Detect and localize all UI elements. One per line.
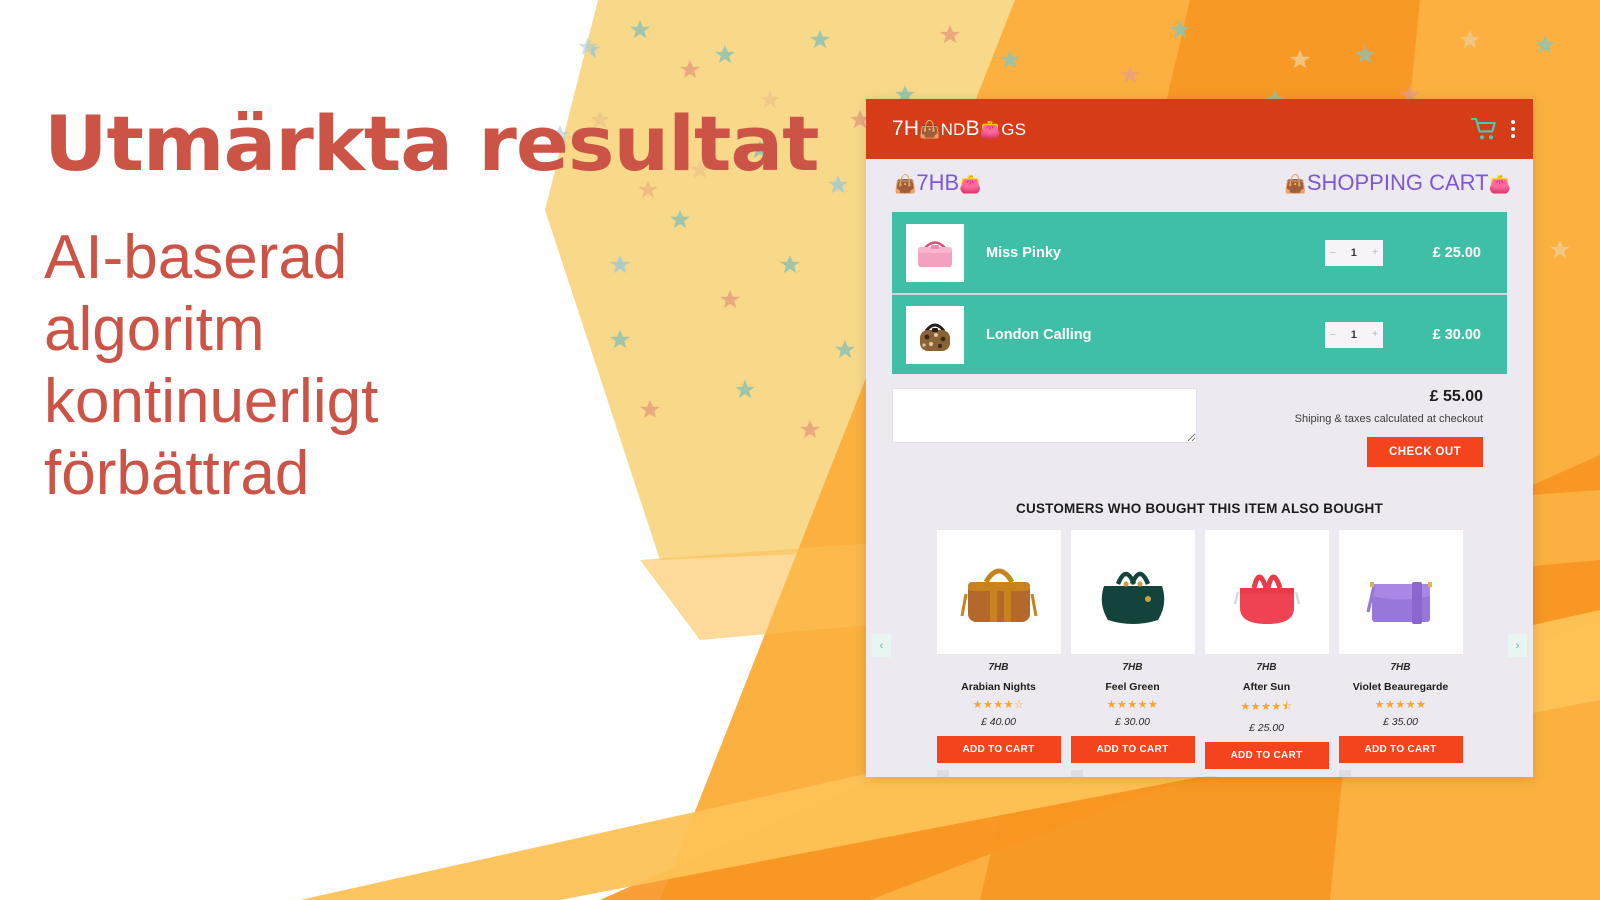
quantity-stepper[interactable]: – 1 + bbox=[1325, 239, 1383, 266]
add-to-cart-button[interactable]: ADD TO CART bbox=[1338, 736, 1463, 763]
quantity-increase[interactable]: + bbox=[1372, 329, 1378, 340]
quantity-value: 1 bbox=[1350, 246, 1357, 259]
cart-row: London Calling – 1 + £ 30.00 bbox=[892, 293, 1507, 374]
bag-icon: 👜 bbox=[1284, 173, 1307, 194]
product-price: £ 30.00 bbox=[1114, 716, 1151, 728]
app-bar: 7H 👜 ND B 👛 GS bbox=[866, 99, 1533, 159]
red-tote-bag-icon bbox=[1233, 574, 1300, 624]
product-image[interactable] bbox=[936, 530, 1061, 654]
compare-checkbox[interactable] bbox=[936, 770, 949, 777]
cart-item-name: Miss Pinky bbox=[986, 244, 1061, 261]
product-brand: 7HB bbox=[988, 662, 1009, 673]
brand-mid: ND bbox=[940, 120, 966, 139]
cart-row: Miss Pinky – 1 + £ 25.00 bbox=[892, 212, 1507, 293]
product-name: Feel Green bbox=[1105, 681, 1160, 693]
shipping-note: Shiping & taxes calculated at checkout bbox=[1294, 413, 1483, 425]
promo-block: Utmärkta resultat AI-baserad algoritm ko… bbox=[44, 105, 834, 510]
rating-stars: ★★★★⯪ bbox=[1240, 701, 1293, 713]
product-thumbnail[interactable] bbox=[906, 223, 964, 282]
product-card: 7HB Arabian Nights ★★★★☆ £ 40.00 ADD TO … bbox=[936, 530, 1061, 777]
rating-stars: ★★★★★ bbox=[1106, 699, 1159, 711]
cart-list: Miss Pinky – 1 + £ 25.00 London Calling bbox=[892, 212, 1507, 374]
product-name: Arabian Nights bbox=[961, 681, 1036, 693]
breadcrumb-page: 👜SHOPPING CART👛 bbox=[1284, 170, 1511, 196]
promo-headline: Utmärkta resultat bbox=[44, 99, 820, 188]
cart-item-name: London Calling bbox=[986, 326, 1092, 343]
breadcrumb-home[interactable]: 👜7HB👛 bbox=[894, 170, 982, 196]
quantity-decrease[interactable]: – bbox=[1330, 329, 1336, 340]
check-out-button[interactable]: CHECK OUT bbox=[1367, 437, 1483, 467]
recommendations-carousel: ‹ › 7HB Arabian Nights ★★★★☆ £ 40.00 ADD… bbox=[866, 530, 1533, 777]
purple-satchel-bag-icon bbox=[1365, 582, 1432, 624]
cart-totals: £ 55.00 Shiping & taxes calculated at ch… bbox=[892, 388, 1507, 467]
bag-icon: 👜 bbox=[919, 120, 941, 139]
overflow-menu-icon[interactable] bbox=[1511, 120, 1515, 138]
add-to-cart-button[interactable]: ADD TO CART bbox=[936, 736, 1061, 763]
product-image[interactable] bbox=[1204, 530, 1329, 654]
add-to-cart-button[interactable]: ADD TO CART bbox=[1070, 736, 1195, 763]
product-price: £ 40.00 bbox=[980, 716, 1017, 728]
brand-prefix: 7H bbox=[892, 117, 920, 140]
product-card: 7HB Feel Green ★★★★★ £ 30.00 ADD TO CART bbox=[1070, 530, 1195, 777]
compare-checkbox[interactable] bbox=[1204, 776, 1217, 777]
store-app-window: 7H 👜 ND B 👛 GS 👜7HB👛 👜SHOPPING CART👛 Mis… bbox=[866, 99, 1533, 777]
leopard-handbag-icon bbox=[920, 323, 950, 351]
product-thumbnail[interactable] bbox=[906, 305, 964, 364]
product-brand: 7HB bbox=[1390, 662, 1411, 673]
cart-item-price: £ 30.00 bbox=[1432, 326, 1481, 343]
product-card: 7HB Violet Beauregarde ★★★★★ £ 35.00 ADD… bbox=[1338, 530, 1463, 777]
brand-suffix: GS bbox=[1001, 120, 1027, 139]
quantity-decrease[interactable]: – bbox=[1330, 247, 1336, 258]
quantity-stepper[interactable]: – 1 + bbox=[1325, 321, 1383, 348]
rating-stars: ★★★★★ bbox=[1374, 699, 1427, 711]
breadcrumb: 👜7HB👛 👜SHOPPING CART👛 bbox=[866, 159, 1533, 206]
rating-stars: ★★★★☆ bbox=[972, 699, 1025, 711]
brand-b: B bbox=[965, 117, 980, 140]
product-image[interactable] bbox=[1070, 530, 1195, 654]
tan-bowler-bag-icon bbox=[960, 568, 1037, 622]
breadcrumb-page-label: SHOPPING CART bbox=[1306, 169, 1489, 195]
handbag-icon: 👛 bbox=[979, 120, 1002, 139]
green-tote-bag-icon bbox=[1101, 571, 1164, 624]
compare-checkbox[interactable] bbox=[1338, 770, 1351, 777]
order-note-input[interactable] bbox=[892, 388, 1197, 443]
promo-subline: AI-baserad algoritm kontinuerligt förbät… bbox=[44, 223, 379, 508]
product-name: Violet Beauregarde bbox=[1352, 681, 1449, 693]
recommendations-title: CUSTOMERS WHO BOUGHT THIS ITEM ALSO BOUG… bbox=[1016, 501, 1383, 516]
product-card: 7HB After Sun ★★★★⯪ £ 25.00 ADD TO CART bbox=[1204, 530, 1329, 777]
bag-icon: 👜 bbox=[894, 173, 917, 194]
carousel-prev-arrow-icon[interactable]: ‹ bbox=[872, 634, 891, 657]
shopping-cart-icon[interactable] bbox=[1471, 117, 1499, 141]
product-price: £ 35.00 bbox=[1382, 716, 1419, 728]
product-brand: 7HB bbox=[1256, 662, 1277, 673]
cart-item-price: £ 25.00 bbox=[1432, 244, 1481, 261]
add-to-cart-button[interactable]: ADD TO CART bbox=[1204, 742, 1329, 769]
product-image[interactable] bbox=[1338, 530, 1463, 654]
product-price: £ 25.00 bbox=[1248, 722, 1285, 734]
quantity-increase[interactable]: + bbox=[1372, 247, 1378, 258]
handbag-icon: 👛 bbox=[1488, 173, 1511, 194]
breadcrumb-home-label: 7HB bbox=[916, 169, 960, 195]
brand-logo[interactable]: 7H 👜 ND B 👛 GS bbox=[892, 117, 1026, 141]
handbag-icon: 👛 bbox=[959, 173, 982, 194]
product-name: After Sun bbox=[1242, 681, 1291, 693]
quantity-value: 1 bbox=[1350, 328, 1357, 341]
cart-grand-total: £ 55.00 bbox=[1429, 388, 1483, 405]
product-brand: 7HB bbox=[1122, 662, 1143, 673]
carousel-next-arrow-icon[interactable]: › bbox=[1508, 634, 1527, 657]
compare-checkbox[interactable] bbox=[1070, 770, 1083, 777]
pink-handbag-icon bbox=[918, 240, 952, 267]
